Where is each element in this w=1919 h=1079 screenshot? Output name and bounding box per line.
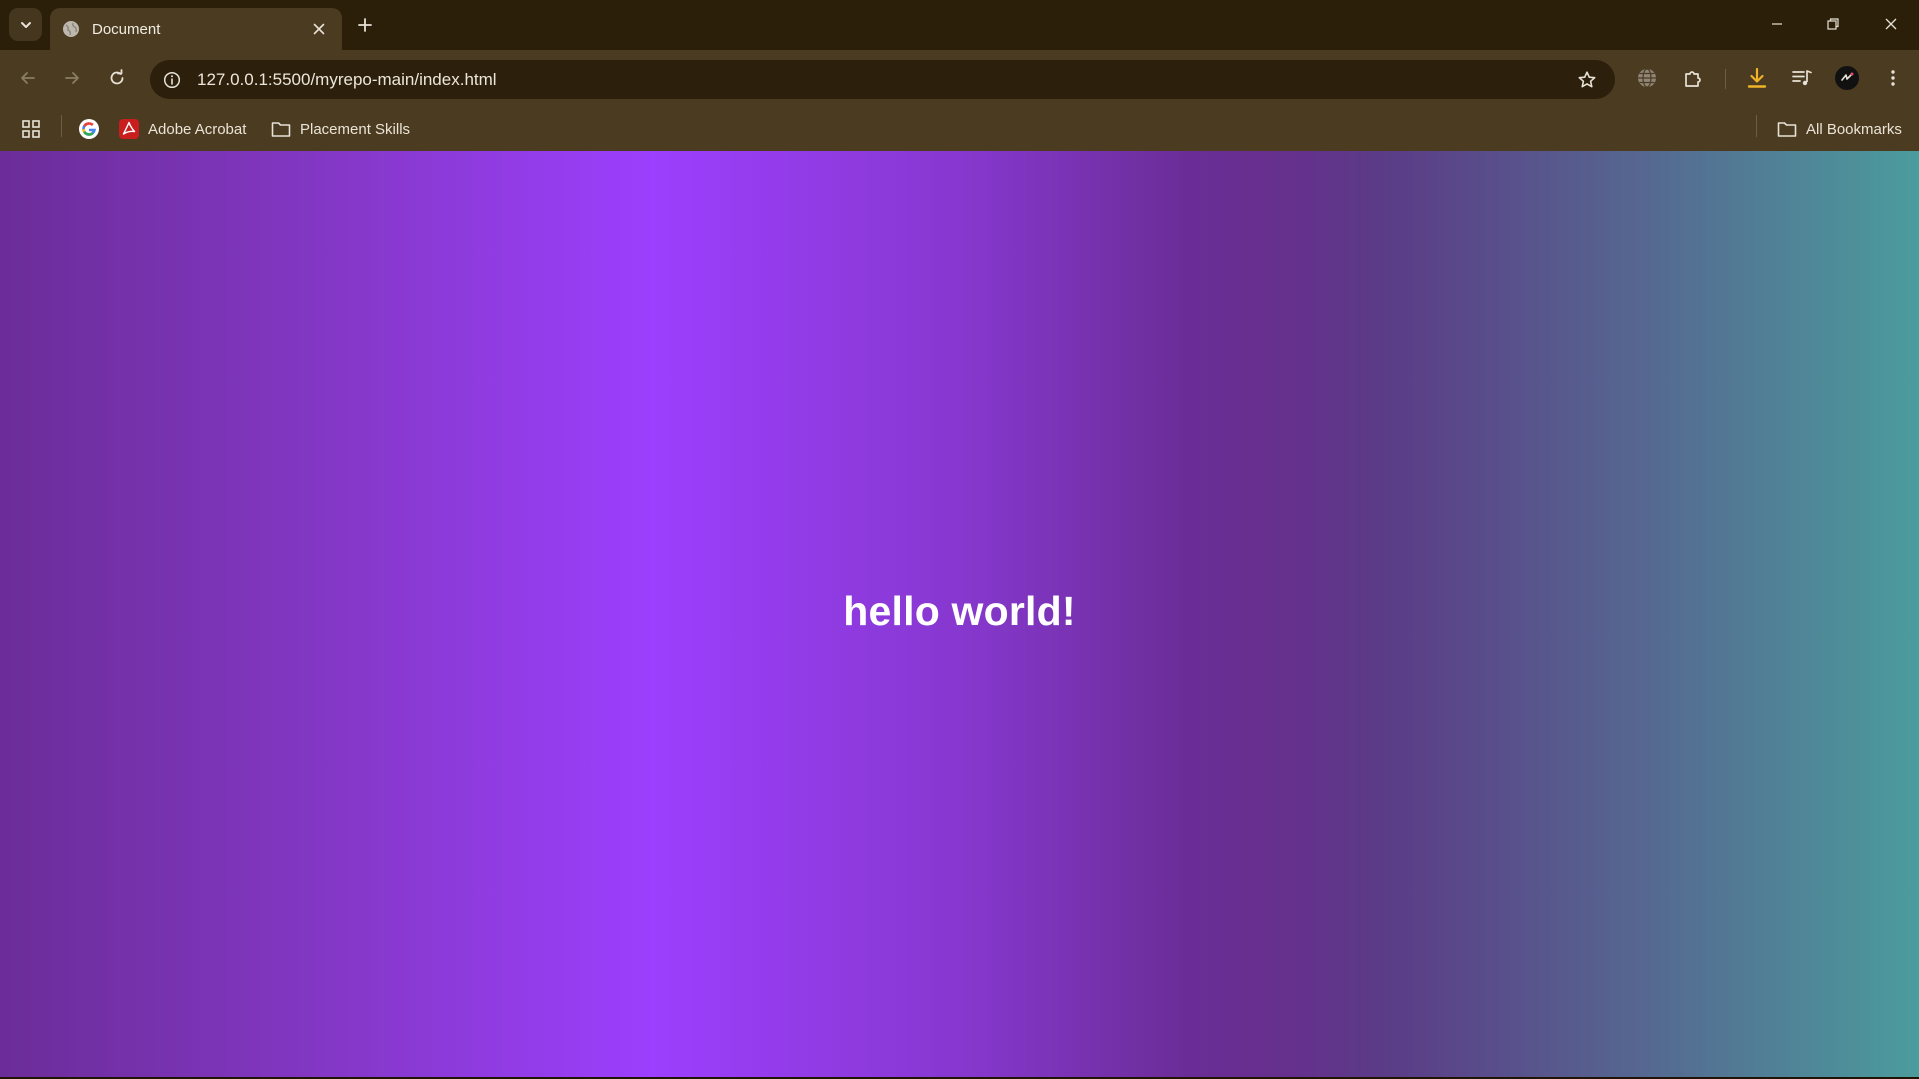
toolbar: 127.0.0.1:5500/myrepo-main/index.html: [0, 50, 1919, 107]
tab-strip: Document: [0, 0, 1919, 50]
bookmark-folder-placement-skills[interactable]: Placement Skills: [271, 117, 410, 141]
more-vertical-icon: [1891, 70, 1895, 86]
page-viewport: hello world!: [0, 151, 1919, 1079]
profile-button[interactable]: [1832, 63, 1862, 93]
arrow-right-icon: [65, 72, 79, 84]
toolbar-divider: [1725, 69, 1726, 89]
close-tab-icon[interactable]: [308, 18, 330, 40]
bookmarks-divider: [61, 115, 62, 137]
bookmarks-divider: [1756, 115, 1757, 137]
restore-button[interactable]: [1805, 0, 1861, 48]
tab-title: Document: [92, 20, 161, 38]
tab-active[interactable]: Document: [50, 8, 342, 50]
restore-icon: [1827, 18, 1839, 30]
close-icon: [1885, 18, 1897, 30]
media-controls-button[interactable]: [1787, 63, 1817, 93]
back-button[interactable]: [12, 62, 44, 94]
downloads-button[interactable]: [1742, 63, 1772, 93]
puzzle-icon: [1685, 71, 1701, 87]
bookmark-label: Placement Skills: [300, 120, 411, 138]
new-tab-button[interactable]: [351, 11, 379, 39]
apps-grid-icon: [22, 120, 40, 138]
extensions-button[interactable]: [1678, 63, 1708, 93]
avatar-icon: [1835, 66, 1859, 90]
folder-icon: [271, 122, 291, 137]
apps-button[interactable]: [20, 117, 42, 141]
site-info-icon[interactable]: [158, 66, 186, 94]
globe-icon: [1638, 68, 1656, 88]
close-window-button[interactable]: [1863, 0, 1919, 48]
minimize-button[interactable]: [1749, 0, 1805, 48]
arrow-left-icon: [21, 72, 35, 84]
reload-icon: [110, 69, 124, 85]
translate-extension-button[interactable]: [1632, 63, 1662, 93]
all-bookmarks-label: All Bookmarks: [1806, 120, 1902, 138]
browser-window: Document 127.0.0.1:5500/myrepo-main/inde…: [0, 0, 1919, 1079]
download-icon: [1747, 67, 1767, 88]
tab-search-button[interactable]: [9, 8, 42, 41]
url-text[interactable]: 127.0.0.1:5500/myrepo-main/index.html: [197, 70, 1573, 90]
chevron-down-icon: [20, 21, 31, 28]
forward-button[interactable]: [56, 62, 88, 94]
bookmark-label: Adobe Acrobat: [148, 120, 247, 138]
all-bookmarks-button[interactable]: All Bookmarks: [1777, 117, 1902, 141]
menu-button[interactable]: [1878, 63, 1908, 93]
minimize-icon: [1772, 23, 1782, 25]
bookmark-google[interactable]: [78, 117, 100, 141]
reload-button[interactable]: [101, 62, 133, 94]
playlist-music-icon: [1792, 70, 1812, 86]
bookmarks-bar: Adobe Acrobat Placement Skills All Bookm…: [0, 107, 1919, 151]
plus-icon: [358, 18, 372, 32]
bookmark-star-icon[interactable]: [1573, 66, 1601, 94]
google-icon: [79, 119, 99, 139]
adobe-acrobat-icon: [119, 119, 139, 139]
folder-icon: [1777, 122, 1797, 137]
address-bar[interactable]: 127.0.0.1:5500/myrepo-main/index.html: [150, 60, 1615, 99]
page-heading: hello world!: [843, 588, 1076, 634]
globe-icon: [62, 20, 80, 38]
bookmark-adobe-acrobat[interactable]: Adobe Acrobat: [119, 117, 246, 141]
